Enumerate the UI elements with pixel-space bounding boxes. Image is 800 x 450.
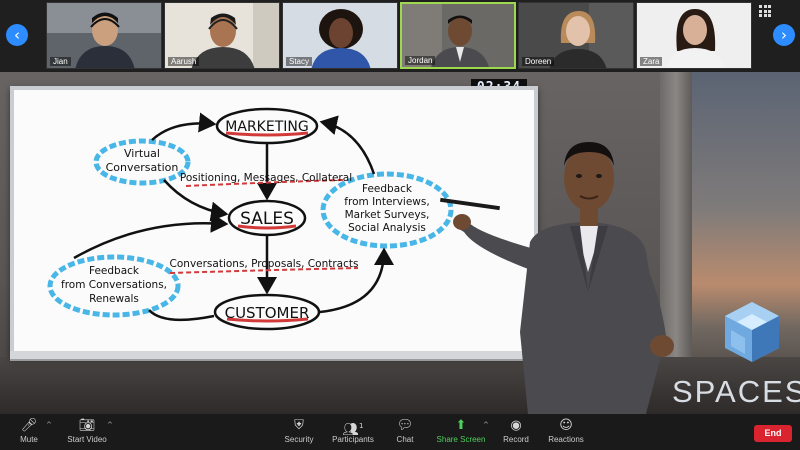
conversations-label: Conversations, Proposals, Contracts [170, 258, 359, 270]
arrow-customer-feedback-left [148, 309, 215, 322]
participants-icon: 👥︎1 [342, 422, 364, 438]
participant-strip: ‹ Jian Aarush Stacy Jordan Doreen Zara › [0, 0, 800, 72]
security-button[interactable]: ⛨ Security [282, 417, 316, 447]
shield-icon: ⛨ [294, 418, 304, 433]
feedback-right-label-1: Feedback [362, 183, 413, 195]
positioning-label: Positioning, Messages, Collateral [180, 172, 352, 184]
caret-up-icon[interactable]: ^ [107, 421, 113, 429]
participant-tile-aarush[interactable]: Aarush [164, 2, 280, 69]
arrow-virtual-marketing [151, 112, 217, 141]
chat-button[interactable]: 💬︎ Chat [392, 417, 418, 447]
virtual-label-1: Virtual [124, 147, 160, 160]
virtual-label-2: Conversation [106, 161, 179, 174]
chat-icon: 💬︎ [396, 418, 414, 433]
arrow-feedback-marketing [319, 115, 376, 175]
participant-name: Doreen [522, 57, 555, 66]
record-label: Record [503, 435, 529, 444]
participants-label: Participants [332, 435, 374, 444]
chevron-right-icon[interactable]: › [773, 24, 795, 46]
participant-tile-jian[interactable]: Jian [46, 2, 162, 69]
spaces-brand-text: SPACES [672, 374, 800, 409]
participant-name: Jordan [405, 56, 436, 65]
microphone-icon: 🎤︎ [20, 418, 38, 433]
chat-label: Chat [396, 435, 414, 444]
record-button[interactable]: ◉ Record [500, 417, 532, 447]
participant-tile-doreen[interactable]: Doreen [518, 2, 634, 69]
feedback-right-label-4: Social Analysis [348, 222, 426, 234]
participants-button[interactable]: 👥︎1 Participants [328, 417, 378, 447]
end-meeting-button[interactable]: End [754, 425, 792, 442]
start-video-button[interactable]: 📷︎ Start Video [60, 417, 114, 447]
marketing-label: MARKETING [225, 119, 308, 135]
mute-label: Mute [20, 435, 38, 444]
record-icon: ◉ [510, 418, 522, 433]
caret-up-icon[interactable]: ^ [46, 421, 52, 429]
participant-tile-jordan[interactable]: Jordan [400, 2, 516, 69]
participant-name: Stacy [286, 57, 313, 66]
smiley-icon: ☺ [559, 418, 573, 433]
start-video-label: Start Video [67, 435, 107, 444]
share-screen-icon: ⬆ [455, 418, 467, 433]
participant-name: Aarush [168, 57, 200, 66]
meeting-toolbar: 🎤︎ Mute ^ 📷︎ Start Video ^ ⛨ Security 👥︎… [0, 414, 800, 450]
feedback-left-label-2: from Conversations, [61, 279, 167, 291]
caret-up-icon[interactable]: ^ [483, 421, 489, 429]
participant-name: Zara [640, 57, 663, 66]
video-off-icon: 📷︎ [78, 418, 96, 433]
participant-tile-stacy[interactable]: Stacy [282, 2, 398, 69]
share-screen-button[interactable]: ⬆ Share Screen [436, 417, 486, 447]
reactions-button[interactable]: ☺ Reactions [546, 417, 586, 447]
reactions-label: Reactions [548, 435, 584, 444]
chevron-left-icon[interactable]: ‹ [6, 24, 28, 46]
feedback-left-label-1: Feedback [89, 265, 140, 277]
security-label: Security [284, 435, 314, 444]
participants-count: 1 [359, 422, 364, 430]
spaces-cube-icon [725, 302, 779, 362]
feedback-left-label-3: Renewals [89, 293, 139, 305]
gallery-view-icon[interactable] [759, 5, 771, 17]
mute-button[interactable]: 🎤︎ Mute [12, 417, 46, 447]
share-screen-label: Share Screen [436, 435, 486, 444]
feedback-right-label-3: Market Surveys, [345, 209, 430, 221]
feedback-right-label-2: from Interviews, [344, 196, 429, 208]
participant-tile-zara[interactable]: Zara [636, 2, 752, 69]
arrow-feedback-sales [73, 212, 229, 260]
presenter-avatar [440, 142, 674, 414]
virtual-space-stage: 02:34 [0, 72, 800, 414]
participant-name: Jian [50, 57, 71, 66]
sales-label: SALES [240, 209, 294, 229]
customer-label: CUSTOMER [225, 304, 310, 322]
